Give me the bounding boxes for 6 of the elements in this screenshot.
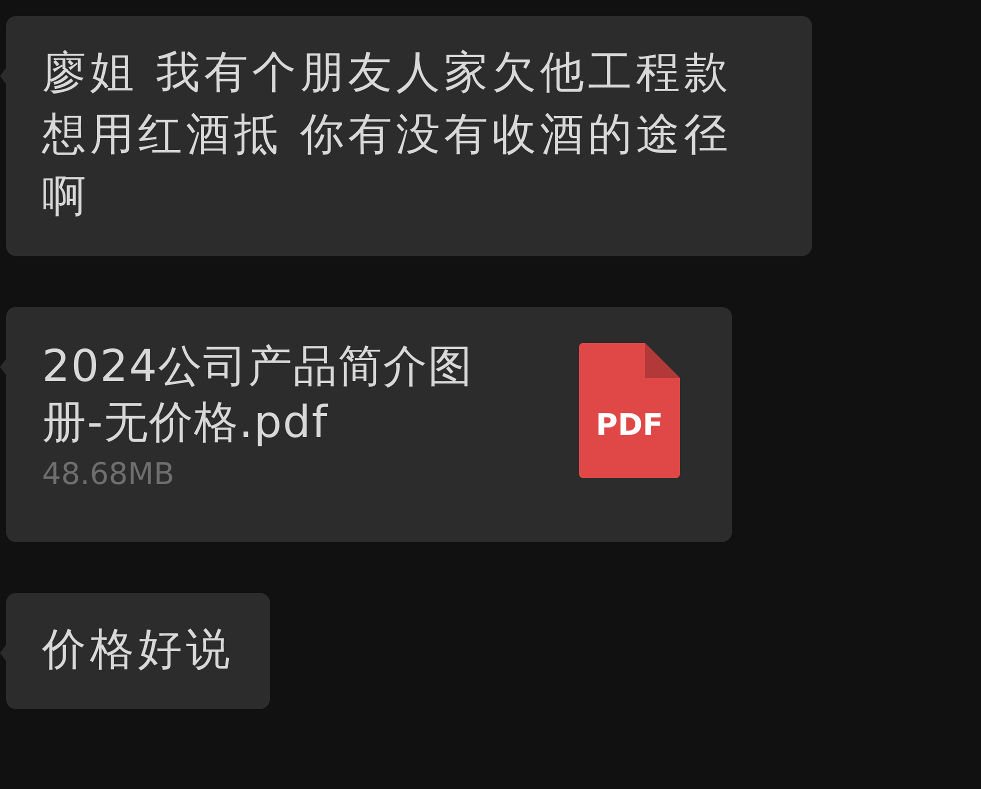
file-name: 2024公司产品简介图册-无价格.pdf (42, 340, 474, 450)
file-message[interactable]: 2024公司产品简介图册-无价格.pdf 48.68MB PDF (6, 307, 732, 542)
message-text: 廖姐 我有个朋友人家欠他工程款想用红酒抵 你有没有收酒的途径啊 (42, 46, 733, 224)
file-size: 48.68MB (42, 457, 176, 492)
document-icon: PDF (579, 343, 680, 478)
message-text: 价格好说 (42, 623, 234, 677)
